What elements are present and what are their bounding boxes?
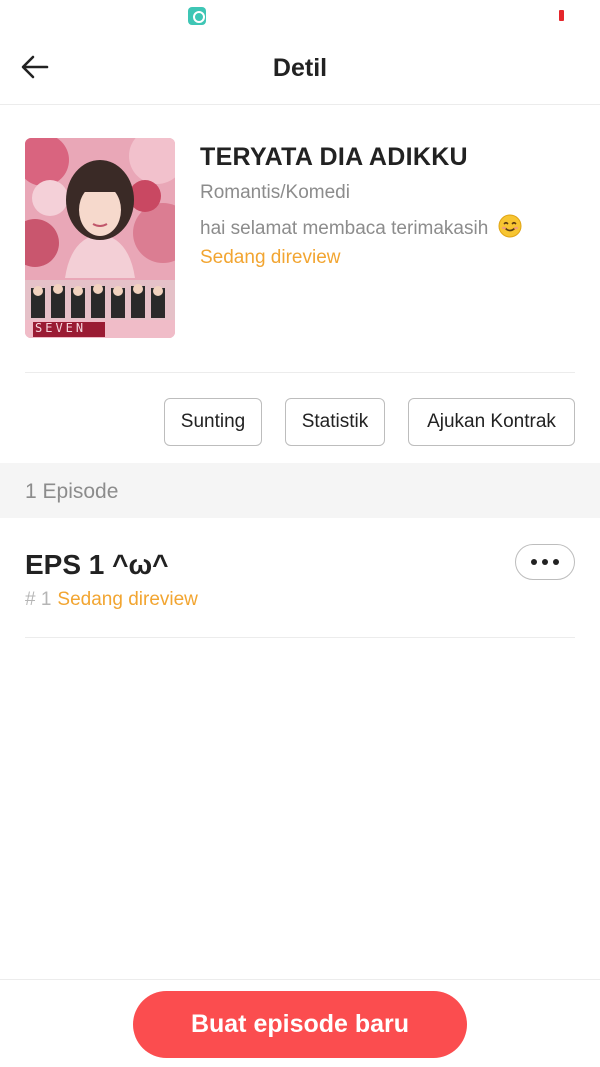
- submit-contract-button[interactable]: Ajukan Kontrak: [408, 398, 575, 446]
- book-description-text: hai selamat membaca terimakasih: [200, 218, 489, 239]
- episode-title[interactable]: EPS 1 ^ω^: [25, 549, 169, 581]
- status-bar: [0, 0, 600, 32]
- episode-number: # 1: [25, 589, 52, 610]
- book-cover: SEVEN: [25, 138, 175, 338]
- smiling-face-icon: [498, 214, 522, 238]
- more-horizontal-icon: [531, 559, 559, 565]
- book-status: Sedang direview: [200, 247, 341, 268]
- episode-more-button[interactable]: [515, 544, 575, 580]
- episode-count: 1 Episode: [25, 480, 119, 503]
- page-title: Detil: [272, 54, 328, 82]
- divider: [25, 372, 575, 373]
- episode-count-bar: 1 Episode: [0, 463, 600, 518]
- battery-low-icon: [559, 10, 564, 21]
- book-genre: Romantis/Komedi: [200, 182, 350, 203]
- create-episode-button[interactable]: Buat episode baru: [133, 991, 467, 1058]
- book-cover-image: [25, 138, 175, 338]
- statistics-button[interactable]: Statistik: [285, 398, 385, 446]
- book-detail-screen: Detil SEVEN TERYATA DIA ADIKKU Romantis/…: [0, 0, 600, 1067]
- episode-meta: # 1 Sedang direview: [25, 589, 198, 611]
- episode-status: Sedang direview: [57, 589, 198, 610]
- cover-text: SEVEN: [35, 321, 87, 335]
- divider: [25, 637, 575, 638]
- edit-button[interactable]: Sunting: [164, 398, 262, 446]
- header: Detil: [0, 32, 600, 105]
- book-description: hai selamat membaca terimakasih: [200, 214, 522, 240]
- book-title: TERYATA DIA ADIKKU: [200, 143, 468, 171]
- bottom-bar: Buat episode baru: [0, 979, 600, 1067]
- chat-bubble-icon: [188, 7, 206, 25]
